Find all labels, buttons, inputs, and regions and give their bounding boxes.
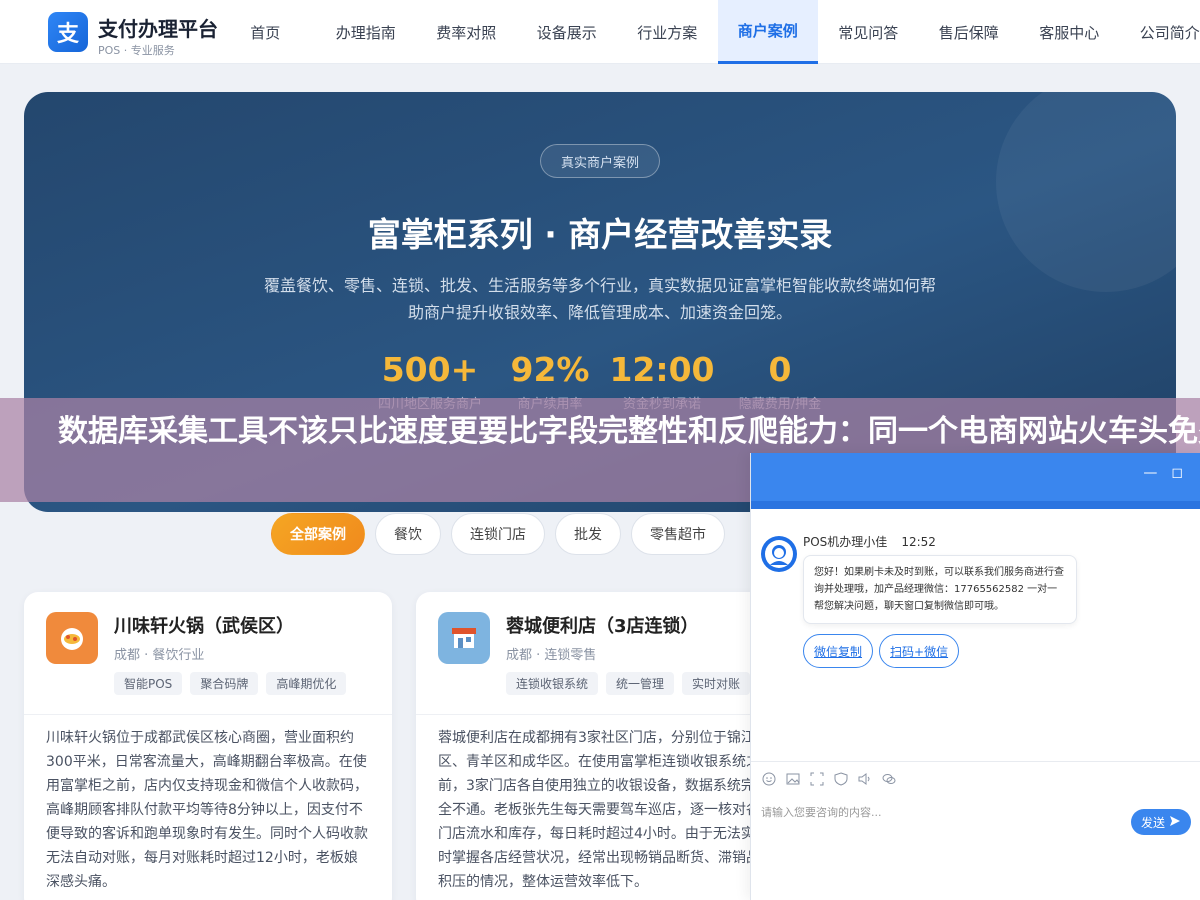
chat-message-input[interactable]	[761, 801, 1121, 823]
chat-window-controls: — ◻	[1143, 465, 1183, 481]
filter-retail[interactable]: 零售超市	[631, 513, 725, 555]
chat-quick-actions: 微信复制 扫码+微信	[803, 634, 960, 668]
divider	[24, 714, 392, 715]
brand-logo[interactable]: 支	[48, 12, 88, 52]
store-icon	[438, 612, 490, 664]
top-header: 支 支付办理平台 POS · 专业服务 首页 办理指南 费率对照 设备展示 行业…	[0, 0, 1200, 64]
chat-header: — ◻	[751, 453, 1200, 505]
stat-value: 0	[768, 350, 792, 389]
rating-icon[interactable]	[833, 771, 849, 787]
image-icon[interactable]	[785, 771, 801, 787]
nav-item-cases[interactable]: 商户案例	[717, 0, 818, 64]
tag: 统一管理	[606, 672, 675, 695]
chat-toolbar	[761, 771, 897, 787]
hero-decor-circle	[996, 92, 1176, 292]
chat-widget: — ◻ POS机办理小佳 12:52 您好！如果刷卡未及时到账，可以联系我们服务商…	[750, 453, 1200, 900]
minimize-icon[interactable]: —	[1143, 465, 1157, 481]
send-arrow-icon	[1169, 815, 1181, 830]
hotpot-icon	[46, 612, 98, 664]
filter-wholesale[interactable]: 批发	[555, 513, 621, 555]
scan-add-wechat-button[interactable]: 扫码+微信	[879, 634, 960, 668]
case-card-meta: 成都 · 连锁零售	[506, 648, 597, 663]
filter-all[interactable]: 全部案例	[271, 513, 365, 555]
hero-title: 富掌柜系列 · 商户经营改善实录	[367, 215, 833, 254]
nav-item-about[interactable]: 公司简介	[1120, 0, 1200, 64]
chat-message-bubble: 您好！如果刷卡未及时到账，可以联系我们服务商进行查询并处理哦，加产品经理微信：1…	[803, 555, 1077, 624]
nav-item-after-sales[interactable]: 售后保障	[919, 0, 1020, 64]
filter-catering[interactable]: 餐饮	[375, 513, 441, 555]
filter-chain-stores[interactable]: 连锁门店	[451, 513, 545, 555]
case-card-tags: 智能POS 聚合码牌 高峰期优化	[114, 672, 347, 695]
send-label: 发送	[1140, 815, 1165, 830]
case-card-body: 川味轩火锅位于成都武侯区核心商圈，营业面积约300平米，日常客流量大，高峰期翻台…	[46, 730, 368, 890]
sound-icon[interactable]	[857, 771, 873, 787]
wechat-icon[interactable]	[881, 771, 897, 787]
message-time: 12:52	[901, 535, 936, 549]
brand-name[interactable]: 支付办理平台	[98, 13, 218, 42]
divider	[751, 761, 1200, 762]
nav-item-rates[interactable]: 费率对照	[416, 0, 517, 64]
chat-agent-line: POS机办理小佳 12:52	[803, 533, 936, 550]
case-card-title: 川味轩火锅（武侯区）	[114, 616, 294, 637]
agent-avatar	[761, 536, 797, 572]
nav-item-service-center[interactable]: 客服中心	[1019, 0, 1120, 64]
send-button[interactable]: 发送	[1131, 809, 1191, 835]
case-card[interactable]: 川味轩火锅（武侯区） 成都 · 餐饮行业 智能POS 聚合码牌 高峰期优化 川味…	[24, 592, 392, 900]
tag: 聚合码牌	[190, 672, 259, 695]
case-card-meta: 成都 · 餐饮行业	[114, 648, 205, 663]
screenshot-icon[interactable]	[809, 771, 825, 787]
logo-char: 支	[56, 22, 79, 47]
case-card-title: 蓉城便利店（3店连锁）	[506, 616, 699, 637]
tag: 连锁收银系统	[506, 672, 599, 695]
chat-header-stripe	[751, 501, 1200, 509]
case-filter-bar: 全部案例 餐饮 连锁门店 批发 零售超市	[271, 513, 725, 555]
hero-description: 覆盖餐饮、零售、连锁、批发、生活服务等多个行业，真实数据见证富掌柜智能收款终端如…	[263, 276, 936, 322]
divider	[416, 714, 784, 715]
tag: 智能POS	[114, 672, 183, 695]
nav-item-solutions[interactable]: 行业方案	[617, 0, 718, 64]
tag: 高峰期优化	[266, 672, 347, 695]
case-card-tags: 连锁收银系统 统一管理 实时对账	[506, 672, 751, 695]
banner-text: 数据库采集工具不该只比速度更要比字段完整性和反爬能力：同一个电商网站火车头免费版…	[58, 414, 1200, 449]
emoji-icon[interactable]	[761, 771, 777, 787]
nav-item-devices[interactable]: 设备展示	[517, 0, 618, 64]
copy-wechat-button[interactable]: 微信复制	[803, 634, 874, 668]
brand-subtitle: POS · 专业服务	[98, 44, 175, 57]
nav-item-guide[interactable]: 办理指南	[316, 0, 417, 64]
nav-item-faq[interactable]: 常见问答	[818, 0, 919, 64]
maximize-icon[interactable]: ◻	[1171, 465, 1183, 481]
tag: 实时对账	[682, 672, 751, 695]
case-card-body: 蓉城便利店在成都拥有3家社区门店，分别位于锦江区、青羊区和成华区。在使用富掌柜连…	[438, 730, 760, 890]
agent-name: POS机办理小佳	[803, 535, 888, 549]
main-nav: 首页 办理指南 费率对照 设备展示 行业方案 商户案例 常见问答 售后保障 客服…	[215, 0, 1200, 64]
hero-badge: 真实商户案例	[540, 144, 660, 178]
nav-item-home[interactable]: 首页	[215, 0, 316, 64]
case-card[interactable]: 蓉城便利店（3店连锁） 成都 · 连锁零售 连锁收银系统 统一管理 实时对账 蓉…	[416, 592, 784, 900]
